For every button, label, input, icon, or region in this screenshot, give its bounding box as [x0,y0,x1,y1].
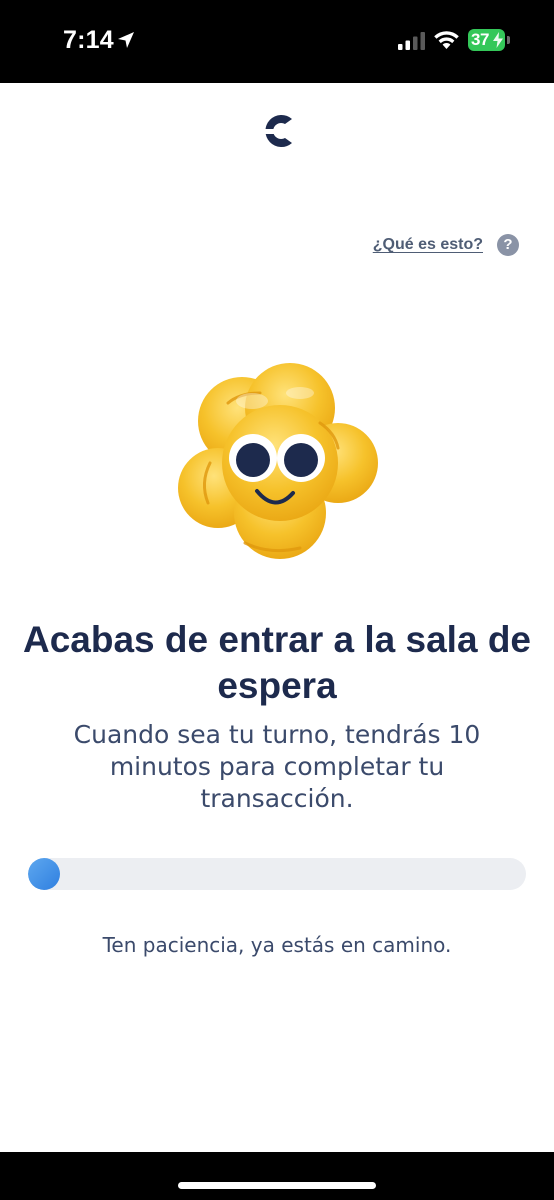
location-arrow-icon [118,32,134,48]
brand-logo [258,115,292,147]
battery-cap [507,36,510,44]
page-title: Acabas de entrar a la sala de espera [23,619,531,706]
battery-charging-icon [493,32,503,48]
battery-body: 37 [468,29,505,51]
queue-progress-fill [28,858,60,890]
popcorn-mascot-illustration [178,363,378,559]
home-indicator-area [0,1152,554,1200]
status-bar: 7:14 37 [0,0,554,83]
cellular-signal-icon [398,32,425,50]
phone-screen: 7:14 37 ¿Qué es esto? ? Acabas de entrar… [0,0,554,1200]
battery-level: 37 [471,30,489,49]
queue-progress-bar [28,858,526,890]
waiting-room-page: ¿Qué es esto? ? Acabas de entrar a la sa… [0,83,554,1152]
wifi-icon [434,31,459,49]
status-time: 7:14 [63,26,114,54]
battery-indicator: 37 [468,29,510,51]
page-subtitle: Cuando sea tu turno, tendrás 10 minutos … [73,720,481,813]
patience-message: Ten paciencia, ya estás en camino. [102,933,452,957]
home-indicator[interactable] [178,1182,376,1189]
what-is-this-link[interactable]: ¿Qué es esto? [373,236,483,254]
question-mark-icon[interactable]: ? [497,234,519,256]
